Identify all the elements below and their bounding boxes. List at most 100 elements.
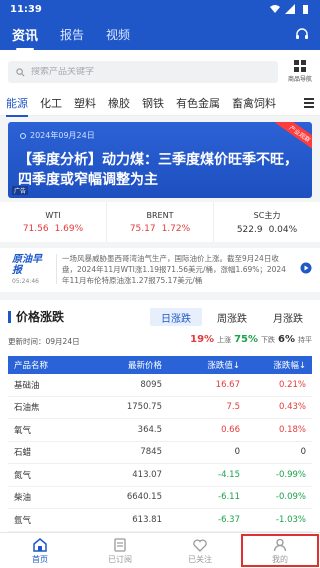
news-time: 05:24:46 bbox=[12, 278, 39, 285]
product-nav-button[interactable]: 商品导航 bbox=[286, 59, 314, 87]
search-input[interactable] bbox=[31, 67, 251, 77]
news-item[interactable]: 原油早报 05:24:46 一场风暴威胁墨西哥湾油气生产，国际油价上涨。截至9月… bbox=[0, 248, 320, 292]
price-section: 价格涨跌 日涨跌 周涨跌 月涨跌 更新时间：09月24日 19% 上涨 75% 下跌… bbox=[0, 300, 320, 532]
down-label: 下跌 bbox=[261, 336, 276, 344]
down-percent: 75% bbox=[234, 334, 259, 345]
header-change[interactable]: 涨跌值↓ bbox=[162, 359, 240, 371]
ticker-wti[interactable]: WTI 71.56 1.69% bbox=[0, 202, 107, 242]
play-icon[interactable] bbox=[300, 262, 312, 274]
nav-profile[interactable]: 我的 bbox=[240, 533, 320, 568]
table-row[interactable]: 氩气 613.81 -6.37 -1.03% bbox=[8, 509, 312, 532]
tab-reports[interactable]: 报告 bbox=[60, 26, 84, 43]
header-change-pct[interactable]: 涨跌幅↓ bbox=[240, 359, 306, 371]
table-row[interactable]: 石油焦 1750.75 7.5 0.43% bbox=[8, 397, 312, 419]
category-steel[interactable]: 钢铁 bbox=[142, 95, 164, 111]
product-price: 7845 bbox=[140, 447, 162, 458]
category-feed[interactable]: 畜禽饲料 bbox=[232, 95, 276, 111]
product-name: 基础油 bbox=[14, 380, 40, 391]
banner-headline: 【季度分析】动力煤：三季度煤价旺季不旺，四季度或窄幅调整为主 bbox=[18, 152, 298, 188]
product-change: -4.15 bbox=[218, 469, 240, 480]
table-row[interactable]: 氧气 364.5 0.66 0.18% bbox=[8, 419, 312, 442]
category-chemical[interactable]: 化工 bbox=[40, 95, 62, 111]
update-time: 更新时间：09月24日 bbox=[8, 337, 80, 346]
product-change: -6.11 bbox=[218, 492, 240, 503]
product-change-pct: -0.09% bbox=[275, 492, 306, 503]
banner-date: 2024年09月24日 bbox=[20, 130, 95, 141]
up-percent: 19% bbox=[190, 334, 215, 345]
product-change-pct: 0 bbox=[300, 447, 306, 458]
headset-icon[interactable] bbox=[294, 26, 310, 42]
nav-home-label: 首页 bbox=[32, 554, 48, 564]
product-change-pct: -1.03% bbox=[275, 514, 306, 525]
category-bar: 能源 化工 塑料 橡胶 钢铁 有色金属 畜禽饲料 bbox=[0, 90, 320, 117]
tab-news[interactable]: 资讯 bbox=[12, 25, 38, 50]
profile-icon bbox=[273, 538, 287, 551]
nav-profile-label: 我的 bbox=[272, 554, 288, 564]
tab-monthly[interactable]: 月涨跌 bbox=[262, 308, 314, 326]
ticker-value: 522.9 bbox=[236, 224, 263, 235]
product-price: 6640.15 bbox=[126, 492, 162, 503]
product-change-pct: 0.21% bbox=[278, 379, 306, 390]
bottom-nav: 首页 已订阅 已关注 我的 bbox=[0, 532, 320, 568]
product-name: 石蜡 bbox=[14, 448, 32, 459]
more-categories-icon[interactable] bbox=[304, 97, 314, 109]
nav-subscribed-label: 已订阅 bbox=[108, 554, 132, 564]
signal-icon bbox=[285, 4, 295, 14]
grid-icon bbox=[294, 60, 306, 72]
top-tabs: 资讯 报告 视频 bbox=[0, 18, 320, 50]
product-change: 0 bbox=[234, 447, 240, 458]
status-time: 11:39 bbox=[10, 3, 42, 15]
table-row[interactable]: 基础油 8095 16.67 0.21% bbox=[8, 374, 312, 397]
ticker-change: 1.69% bbox=[54, 223, 84, 234]
product-name: 氮气 bbox=[14, 470, 32, 481]
table-header: 产品名称 最新价格 涨跌值↓ 涨跌幅↓ bbox=[8, 356, 312, 374]
tab-videos[interactable]: 视频 bbox=[106, 26, 130, 43]
change-stats: 19% 上涨 75% 下跌 6% 持平 bbox=[190, 334, 312, 345]
promo-banner[interactable]: 2024年09月24日 【季度分析】动力煤：三季度煤价旺季不旺，四季度或窄幅调整… bbox=[8, 122, 312, 198]
product-change-pct: -0.99% bbox=[275, 469, 306, 480]
banner-corner-tag: 产业观察 bbox=[275, 122, 312, 153]
ticker-sc[interactable]: SC主力 522.9 0.04% bbox=[214, 202, 320, 242]
tab-weekly[interactable]: 周涨跌 bbox=[206, 308, 258, 326]
table-row[interactable]: 石蜡 7845 0 0 bbox=[8, 442, 312, 464]
table-row[interactable]: 氮气 413.07 -4.15 -0.99% bbox=[8, 464, 312, 487]
search-icon bbox=[16, 67, 25, 76]
price-rows: 基础油 8095 16.67 0.21% 石油焦 1750.75 7.5 0.43% 氧气 364… bbox=[8, 374, 312, 532]
ticker-value: 71.56 bbox=[22, 223, 49, 234]
product-change-pct: 0.18% bbox=[278, 424, 306, 435]
category-rubber[interactable]: 橡胶 bbox=[108, 95, 130, 111]
up-label: 上涨 bbox=[217, 336, 232, 344]
product-price: 413.07 bbox=[132, 469, 162, 480]
home-icon bbox=[33, 537, 47, 552]
subscribed-icon bbox=[114, 537, 126, 552]
product-change: -6.37 bbox=[218, 514, 240, 525]
nav-followed-label: 已关注 bbox=[188, 554, 212, 564]
ticker-change: 0.04% bbox=[268, 224, 298, 235]
nav-home[interactable]: 首页 bbox=[0, 533, 80, 568]
status-bar: 11:39 bbox=[0, 0, 320, 18]
section-title-text: 价格涨跌 bbox=[16, 310, 65, 324]
banner-date-text: 2024年09月24日 bbox=[30, 131, 95, 140]
oil-tickers: WTI 71.56 1.69% BRENT 75.17 1.72% SC主力 522… bbox=[0, 202, 320, 242]
product-change: 0.66 bbox=[221, 424, 240, 435]
category-nonferrous[interactable]: 有色金属 bbox=[176, 95, 220, 111]
category-plastic[interactable]: 塑料 bbox=[74, 95, 96, 111]
news-brand-text: 原油早报 bbox=[12, 254, 42, 276]
category-energy[interactable]: 能源 bbox=[6, 95, 28, 117]
ticker-value: 75.17 bbox=[129, 223, 156, 234]
section-title: 价格涨跌 bbox=[8, 308, 64, 325]
tab-daily[interactable]: 日涨跌 bbox=[150, 308, 202, 326]
product-price: 8095 bbox=[140, 379, 162, 390]
search-box[interactable] bbox=[8, 61, 278, 83]
ticker-change: 1.72% bbox=[161, 223, 191, 234]
product-price: 613.81 bbox=[132, 514, 162, 525]
header-price: 最新价格 bbox=[127, 361, 162, 371]
ticker-name: BRENT bbox=[146, 210, 174, 220]
table-row[interactable]: 柴油 6640.15 -6.11 -0.09% bbox=[8, 487, 312, 509]
ticker-brent[interactable]: BRENT 75.17 1.72% bbox=[107, 202, 214, 242]
nav-followed[interactable]: 已关注 bbox=[160, 533, 240, 568]
divider bbox=[56, 254, 57, 284]
wifi-icon bbox=[270, 5, 280, 13]
product-name: 柴油 bbox=[14, 493, 32, 504]
nav-subscribed[interactable]: 已订阅 bbox=[80, 533, 160, 568]
